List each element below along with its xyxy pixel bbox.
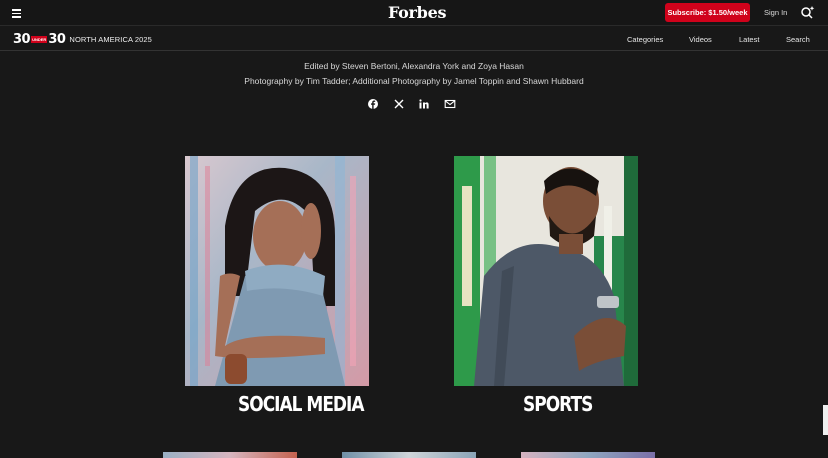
- nav-categories[interactable]: Categories: [627, 35, 663, 44]
- facebook-icon[interactable]: [367, 97, 379, 109]
- next-row-photo-2[interactable]: [342, 452, 476, 458]
- brand-region: NORTH AMERICA 2025: [69, 34, 152, 44]
- email-icon[interactable]: [444, 97, 456, 109]
- category-social-media[interactable]: SOCIAL MEDIA: [238, 393, 365, 417]
- linkedin-icon[interactable]: [418, 97, 430, 109]
- x-icon[interactable]: [393, 97, 405, 109]
- editors-credit: Edited by Steven Bertoni, Alexandra York…: [304, 61, 524, 71]
- menu-icon[interactable]: [12, 9, 21, 18]
- photography-credit: Photography by Tim Tadder; Additional Ph…: [244, 76, 584, 86]
- nav-latest[interactable]: Latest: [739, 35, 759, 44]
- forbes-logo[interactable]: Forbes: [388, 3, 446, 22]
- nav-videos[interactable]: Videos: [689, 35, 712, 44]
- sub-navigation: 30 UNDER 30 NORTH AMERICA 2025 Categorie…: [0, 27, 828, 51]
- scrollbar-thumb[interactable]: [823, 405, 828, 435]
- sign-in-link[interactable]: Sign In: [764, 8, 787, 17]
- brand-under: UNDER: [31, 35, 48, 43]
- next-row-photo-3[interactable]: [521, 452, 655, 458]
- nav-search[interactable]: Search: [786, 35, 810, 44]
- social-media-photo[interactable]: [185, 156, 369, 386]
- top-bar: Forbes Subscribe: $1.50/week Sign In: [0, 0, 828, 26]
- search-icon[interactable]: [800, 5, 816, 19]
- category-sports[interactable]: SPORTS: [523, 393, 593, 417]
- sports-photo[interactable]: [454, 156, 638, 386]
- next-row-photo-1[interactable]: [163, 452, 297, 458]
- 30-under-30-brand[interactable]: 30 UNDER 30 NORTH AMERICA 2025: [13, 31, 152, 47]
- brand-number-right: 30: [48, 31, 66, 47]
- subscribe-button[interactable]: Subscribe: $1.50/week: [665, 3, 750, 22]
- brand-number-left: 30: [13, 31, 31, 47]
